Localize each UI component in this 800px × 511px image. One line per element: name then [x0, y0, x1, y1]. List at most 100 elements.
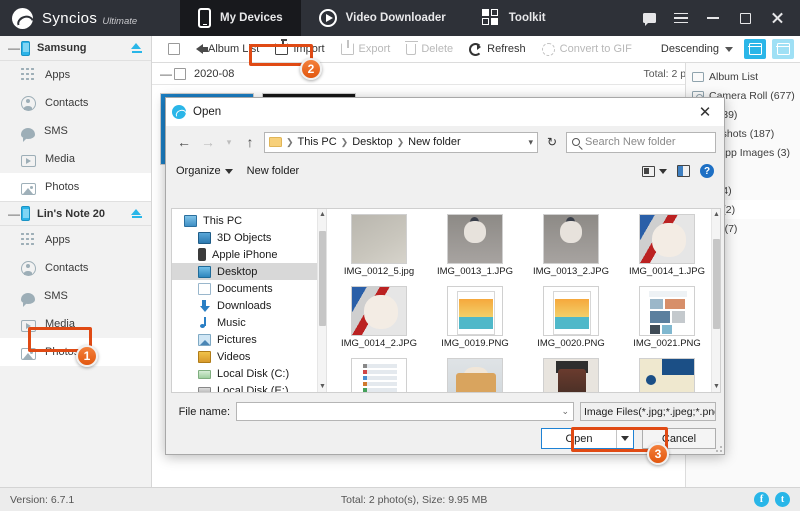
new-folder-button[interactable]: New folder: [247, 165, 300, 177]
open-button[interactable]: Open: [541, 428, 634, 449]
file-name-label: File name:: [178, 405, 230, 418]
sidebar-item-sms[interactable]: SMS: [0, 117, 151, 145]
delete-button[interactable]: Delete: [398, 38, 461, 60]
dialog-close-icon[interactable]: ✕: [692, 101, 718, 123]
refresh-button[interactable]: Refresh: [461, 38, 534, 60]
refresh-icon[interactable]: ↻: [542, 132, 562, 153]
file-item[interactable]: IMG_0013_2.JPG: [523, 214, 619, 286]
chevron-down-icon[interactable]: ⌄: [561, 406, 569, 417]
tree-item-music[interactable]: Music: [172, 314, 326, 331]
menu-icon[interactable]: [666, 3, 696, 33]
open-dropdown-icon[interactable]: [616, 429, 633, 448]
import-button[interactable]: Import: [267, 38, 332, 60]
change-view-button[interactable]: [642, 165, 667, 177]
collapse-icon[interactable]: —: [8, 208, 21, 220]
album-group-label: 2020-08: [194, 67, 235, 80]
scroll-down-icon[interactable]: ▼: [318, 381, 326, 392]
sidebar-item-apps[interactable]: Apps: [0, 61, 151, 89]
file-item[interactable]: IMG_0013_1.JPG: [427, 214, 523, 286]
minimize-icon[interactable]: [698, 3, 728, 33]
content-toolbar: Album List Import Export Delete Refresh …: [152, 36, 800, 63]
tree-item-this-pc[interactable]: This PC: [172, 212, 326, 229]
tree-item-pictures[interactable]: Pictures: [172, 331, 326, 348]
file-item[interactable]: IMG_0020.PNG: [523, 286, 619, 358]
close-icon[interactable]: [762, 3, 792, 33]
file-item[interactable]: IMG_0048.JPG: [427, 358, 523, 392]
calendar-view-button[interactable]: [744, 39, 766, 59]
scrollbar-thumb[interactable]: [713, 239, 720, 329]
sidebar-item-photos[interactable]: Photos: [0, 173, 151, 201]
collapse-icon[interactable]: —: [160, 68, 174, 80]
tree-item-local-disk-e[interactable]: Local Disk (E:): [172, 382, 326, 392]
dialog-title: Open: [193, 106, 222, 118]
collapse-icon[interactable]: —: [8, 42, 21, 54]
sidebar-item-apps-2[interactable]: Apps: [0, 226, 151, 254]
tree-item-desktop[interactable]: Desktop: [172, 263, 326, 280]
scrollbar-thumb[interactable]: [319, 231, 326, 326]
file-item[interactable]: IMG_0012_5.jpg: [331, 214, 427, 286]
file-item[interactable]: IMG_0032.PNG: [331, 358, 427, 392]
tree-item-documents[interactable]: Documents: [172, 280, 326, 297]
file-item[interactable]: IMG_2210_4.jpg: [619, 358, 715, 392]
preview-pane-icon[interactable]: [677, 165, 690, 177]
breadcrumb-new-folder[interactable]: New folder: [408, 136, 461, 148]
album-group-checkbox[interactable]: [174, 67, 186, 80]
scroll-up-icon[interactable]: ▲: [318, 209, 326, 220]
file-name: IMG_0014_1.JPG: [628, 266, 706, 277]
phone-icon: [198, 8, 211, 28]
export-button[interactable]: Export: [333, 38, 399, 60]
file-grid-scrollbar[interactable]: ▲ ▼: [711, 209, 720, 392]
tree-item-local-disk-c[interactable]: Local Disk (C:): [172, 365, 326, 382]
help-icon[interactable]: ?: [700, 164, 714, 178]
tree-item-3d-objects[interactable]: 3D Objects: [172, 229, 326, 246]
address-bar[interactable]: ❯ This PC ❯ Desktop ❯ New folder ▾: [264, 131, 538, 153]
back-icon[interactable]: ←: [174, 132, 194, 152]
sidebar-item-sms-2[interactable]: SMS: [0, 282, 151, 310]
twitter-icon[interactable]: t: [775, 492, 790, 507]
file-item[interactable]: IMG_2046_4.jpg: [523, 358, 619, 392]
chevron-down-icon[interactable]: ▾: [528, 137, 533, 148]
maximize-icon[interactable]: [730, 3, 760, 33]
tree-item-videos[interactable]: Videos: [172, 348, 326, 365]
file-thumbnail: [639, 358, 695, 392]
breadcrumb-desktop[interactable]: Desktop: [352, 136, 392, 148]
search-input[interactable]: Search New folder: [566, 131, 716, 153]
device-samsung[interactable]: — Samsung: [0, 36, 151, 61]
tree-scrollbar[interactable]: ▲ ▼: [317, 209, 326, 392]
forward-icon[interactable]: →: [198, 132, 218, 152]
sidebar-item-media-2[interactable]: Media: [0, 310, 151, 338]
sidebar-item-contacts-2[interactable]: Contacts: [0, 254, 151, 282]
facebook-icon[interactable]: f: [754, 492, 769, 507]
grid-squares-icon: [481, 9, 500, 27]
file-item[interactable]: IMG_0019.PNG: [427, 286, 523, 358]
sort-order-select[interactable]: Descending: [655, 39, 738, 59]
album-list-button[interactable]: Album List: [188, 38, 267, 60]
tree-item-downloads[interactable]: Downloads: [172, 297, 326, 314]
tab-toolkit[interactable]: Toolkit: [464, 0, 564, 36]
file-item[interactable]: IMG_0021.PNG: [619, 286, 715, 358]
file-name-input[interactable]: ⌄: [236, 402, 574, 421]
calendar-alt-button[interactable]: [772, 39, 794, 59]
feedback-icon[interactable]: [634, 3, 664, 33]
eject-icon[interactable]: [131, 43, 143, 53]
scroll-up-icon[interactable]: ▲: [712, 209, 720, 220]
breadcrumb-this-pc[interactable]: This PC: [298, 136, 337, 148]
sidebar-item-media[interactable]: Media: [0, 145, 151, 173]
organize-button[interactable]: Organize: [176, 165, 233, 177]
select-all-checkbox[interactable]: [160, 38, 188, 60]
device-lins-note-20[interactable]: — Lin's Note 20: [0, 201, 151, 226]
file-item[interactable]: IMG_0014_2.JPG: [331, 286, 427, 358]
scroll-down-icon[interactable]: ▼: [712, 381, 720, 392]
resize-grip[interactable]: [712, 442, 722, 452]
eject-icon[interactable]: [131, 208, 143, 219]
sidebar-item-contacts[interactable]: Contacts: [0, 89, 151, 117]
file-type-select[interactable]: Image Files(*.jpg;*.jpeg;*.png;*. ⌄: [580, 402, 716, 421]
recent-locations-icon[interactable]: ▾: [222, 132, 236, 152]
tab-my-devices[interactable]: My Devices: [180, 0, 301, 36]
tree-item-apple-iphone[interactable]: Apple iPhone: [172, 246, 326, 263]
file-item[interactable]: IMG_0014_1.JPG: [619, 214, 715, 286]
up-icon[interactable]: ↑: [240, 132, 260, 152]
sidebar-item-label: Apps: [45, 234, 71, 246]
convert-to-gif-button[interactable]: Convert to GIF: [534, 38, 640, 60]
tab-video-downloader[interactable]: Video Downloader: [301, 0, 464, 36]
